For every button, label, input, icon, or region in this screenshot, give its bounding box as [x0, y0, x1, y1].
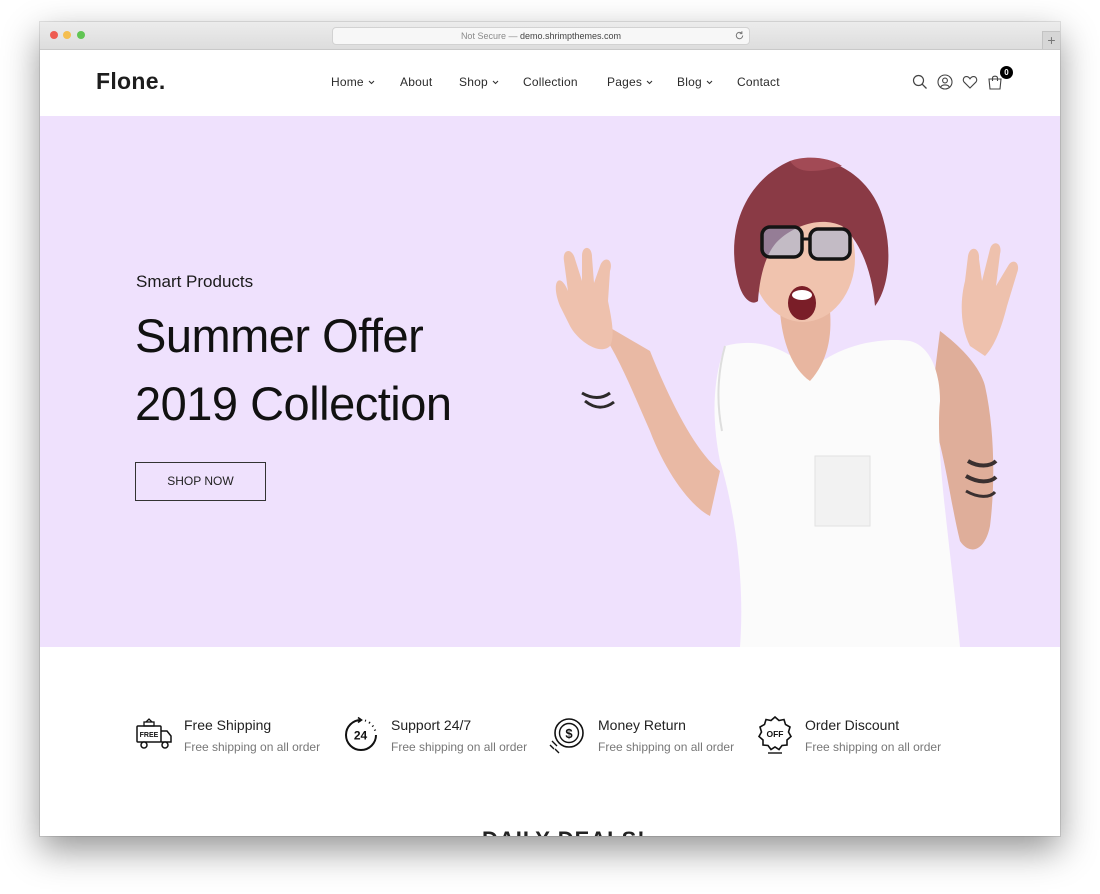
chevron-down-icon	[706, 80, 713, 85]
feature-description: Free shipping on all order	[598, 740, 735, 754]
shop-now-button[interactable]: SHOP NOW	[135, 462, 266, 501]
nav-shop-label: Shop	[459, 75, 488, 89]
account-icon[interactable]	[937, 74, 953, 90]
hero-subtitle: Smart Products	[136, 272, 254, 291]
hero-banner: Smart Products Summer Offer 2019 Collect…	[40, 116, 1060, 647]
chevron-down-icon	[646, 80, 653, 85]
nav-contact[interactable]: Contact	[737, 75, 780, 89]
nav-contact-label: Contact	[737, 75, 780, 89]
minimize-window-button[interactable]	[63, 31, 71, 39]
feature-money-return: $ Money Return Free shipping on all orde…	[549, 713, 754, 763]
browser-toolbar: Not Secure — demo.shrimpthemes.com +	[40, 22, 1060, 50]
nav-shop[interactable]: Shop	[459, 75, 499, 89]
nav-about-label: About	[400, 75, 433, 89]
close-window-button[interactable]	[50, 31, 58, 39]
reload-icon[interactable]	[734, 30, 745, 41]
feature-description: Free shipping on all order	[805, 740, 942, 754]
site-header: Flone. Home About Shop Collection Pages …	[40, 50, 1060, 116]
chevron-down-icon	[492, 80, 499, 85]
support-24-icon: 24	[345, 716, 377, 751]
nav-collection[interactable]: Collection	[523, 75, 578, 89]
nav-blog-label: Blog	[677, 75, 702, 89]
url-domain: demo.shrimpthemes.com	[520, 31, 622, 41]
support-badge-text: 24	[354, 729, 368, 743]
nav-collection-label: Collection	[523, 75, 578, 89]
nav-blog[interactable]: Blog	[677, 75, 713, 89]
feature-title: Money Return	[598, 717, 686, 733]
feature-description: Free shipping on all order	[391, 740, 528, 754]
feature-free-shipping: FREE Free Shipping Free shipping on all …	[135, 713, 340, 763]
daily-deals-heading: DAILY DEALS!	[482, 827, 646, 836]
url-separator: —	[508, 31, 518, 41]
nav-about[interactable]: About	[400, 75, 432, 89]
site-logo[interactable]: Flone.	[96, 68, 166, 95]
money-return-icon: $	[549, 718, 584, 754]
nav-home[interactable]: Home	[331, 75, 375, 89]
zoom-window-button[interactable]	[77, 31, 85, 39]
security-label: Not Secure	[460, 31, 506, 41]
address-bar[interactable]: Not Secure — demo.shrimpthemes.com	[332, 27, 750, 45]
feature-title: Order Discount	[805, 717, 900, 733]
feature-title: Free Shipping	[184, 717, 272, 733]
feature-title: Support 24/7	[391, 717, 472, 733]
feature-order-discount: OFF Order Discount Free shipping on all …	[756, 713, 961, 763]
nav-home-label: Home	[331, 75, 364, 89]
nav-pages-label: Pages	[607, 75, 643, 89]
free-shipping-truck-icon: FREE	[136, 718, 172, 749]
feature-support: 24 Support 24/7 Free shipping on all ord…	[342, 713, 547, 763]
nav-pages[interactable]: Pages	[607, 75, 653, 89]
browser-window: Not Secure — demo.shrimpthemes.com + Flo…	[40, 22, 1060, 836]
discount-badge-icon: OFF	[757, 716, 793, 754]
feature-description: Free shipping on all order	[184, 740, 321, 754]
wishlist-icon[interactable]	[962, 74, 978, 90]
chevron-down-icon	[368, 80, 375, 85]
search-icon[interactable]	[912, 74, 928, 90]
off-badge-text: OFF	[767, 729, 784, 739]
hero-model-image	[555, 157, 1019, 647]
new-tab-button[interactable]: +	[1042, 31, 1060, 49]
cart-count-badge: 0	[1000, 66, 1013, 79]
money-badge-text: $	[565, 726, 573, 741]
free-badge-text: FREE	[140, 732, 159, 739]
features-section: FREE Free Shipping Free shipping on all …	[40, 647, 1060, 836]
